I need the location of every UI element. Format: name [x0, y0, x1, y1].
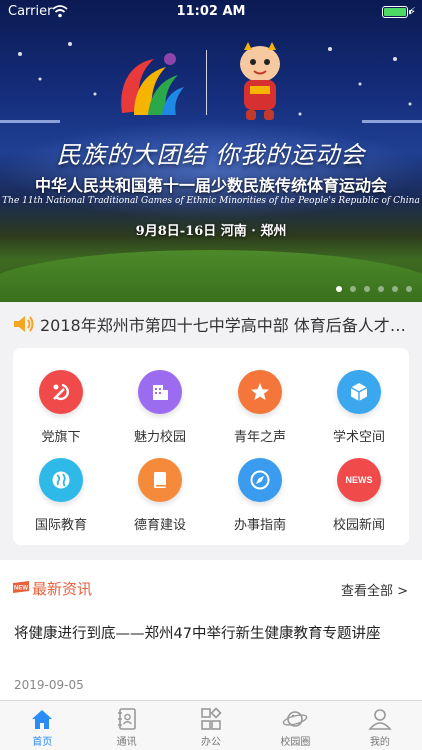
- tab-label: 首页: [32, 737, 53, 748]
- party-flag-icon: [39, 370, 83, 414]
- notice-bar[interactable]: 2018年郑州市第四十七中学高中部 体育后备人才招生简章: [0, 302, 422, 346]
- promo-banner[interactable]: 民族的大团结 你我的运动会 中华人民共和国第十一届少数民族传统体育运动会 The…: [0, 0, 422, 302]
- carousel-dot[interactable]: [350, 286, 356, 292]
- grid-item-label: 办事指南: [233, 518, 286, 533]
- grid-item-academic[interactable]: 学术空间: [314, 370, 404, 456]
- quick-menu-grid: 党旗下 魅力校园 青年之声 学术空间 国际教育 德育建设 办事指南 NEWS 校…: [13, 348, 409, 545]
- news-section-title: 最新资讯: [32, 580, 93, 598]
- battery-level: [384, 8, 406, 16]
- tab-label: 我的: [369, 737, 390, 748]
- contacts-book-icon: [117, 708, 136, 730]
- status-time: 11:02 AM: [176, 4, 246, 19]
- grid-item-label: 国际教育: [34, 518, 87, 533]
- grid-item-label: 党旗下: [41, 430, 81, 445]
- tab-label: 通讯: [116, 737, 137, 748]
- grid-item-party-flag[interactable]: 党旗下: [16, 370, 106, 456]
- grid-item-campus[interactable]: 魅力校园: [115, 370, 205, 456]
- grid-item-label: 校园新闻: [332, 518, 385, 533]
- mascot-graphic: [240, 42, 280, 120]
- news-icon-text: NEWS: [345, 475, 373, 485]
- grid-item-label: 学术空间: [332, 430, 385, 445]
- book-icon: [138, 458, 182, 502]
- news-article-date: 2019-09-05: [14, 678, 84, 692]
- building-icon: [138, 370, 182, 414]
- carousel-dot[interactable]: [378, 286, 384, 292]
- tab-office[interactable]: 办公: [169, 701, 253, 750]
- notice-text: 2018年郑州市第四十七中学高中部 体育后备人才招生简章: [40, 316, 420, 335]
- news-header: NEW 最新资讯 查看全部 >: [12, 578, 408, 600]
- tab-campus-circle[interactable]: 校园圈: [253, 701, 337, 750]
- carousel-page-indicator[interactable]: [336, 286, 412, 292]
- apps-grid-icon: [201, 707, 222, 730]
- tab-home[interactable]: 首页: [0, 701, 84, 750]
- banner-slogan: 民族的大团结 你我的运动会: [56, 141, 366, 169]
- news-icon: NEWS: [337, 458, 381, 502]
- star-icon: [238, 370, 282, 414]
- app-screen: 民族的大团结 你我的运动会 中华人民共和国第十一届少数民族传统体育运动会 The…: [0, 0, 422, 750]
- compass-icon: [238, 458, 282, 502]
- grid-item-label: 德育建设: [133, 518, 186, 533]
- banner-dates: 9月8日-16日 河南 · 郑州: [135, 224, 287, 239]
- planet-icon: [283, 711, 308, 727]
- grid-item-youth-voice[interactable]: 青年之声: [215, 370, 305, 456]
- banner-headline: 中华人民共和国第十一届少数民族传统体育运动会: [34, 176, 387, 195]
- stadium-field-graphic: [0, 250, 422, 302]
- banner-divider: [206, 50, 207, 115]
- cube-icon: [337, 370, 381, 414]
- stadium-lights-graphic: [0, 42, 422, 123]
- tab-contacts[interactable]: 通讯: [84, 701, 168, 750]
- tab-bar: 首页 通讯 办公 校园圈 我的: [0, 700, 422, 750]
- carousel-dot[interactable]: [364, 286, 370, 292]
- battery-icon: [382, 6, 411, 18]
- grid-item-label: 青年之声: [233, 430, 286, 445]
- grid-item-campus-news[interactable]: NEWS 校园新闻: [314, 458, 404, 544]
- grid-item-moral-education[interactable]: 德育建设: [115, 458, 205, 544]
- speaker-icon: [14, 316, 34, 332]
- latest-news-section: NEW 最新资讯 查看全部 > 将健康进行到底——郑州47中举行新生健康教育专题…: [0, 560, 422, 700]
- tab-label: 校园圈: [280, 737, 311, 748]
- new-badge-icon: NEW: [13, 581, 29, 593]
- carousel-dot[interactable]: [406, 286, 412, 292]
- carousel-dot[interactable]: [392, 286, 398, 292]
- view-all-link[interactable]: 查看全部 >: [341, 580, 408, 599]
- grid-item-international[interactable]: 国际教育: [16, 458, 106, 544]
- tab-profile[interactable]: 我的: [338, 701, 422, 750]
- new-badge-text: NEW: [14, 586, 28, 592]
- grid-item-label: 魅力校园: [133, 430, 186, 445]
- charging-icon: ⚡: [408, 5, 416, 18]
- home-icon: [32, 710, 53, 729]
- carousel-dot[interactable]: [336, 286, 342, 292]
- banner-subline: The 11th National Traditional Games of E…: [2, 196, 420, 206]
- grid-item-guide[interactable]: 办事指南: [215, 458, 305, 544]
- globe-icon: [39, 458, 83, 502]
- news-article-title[interactable]: 将健康进行到底——郑州47中举行新生健康教育专题讲座: [14, 622, 380, 643]
- tab-label: 办公: [201, 737, 222, 748]
- user-icon: [368, 709, 392, 730]
- status-bar: Carrier 11:02 AM ⚡: [0, 0, 422, 24]
- games-logo: [121, 53, 184, 115]
